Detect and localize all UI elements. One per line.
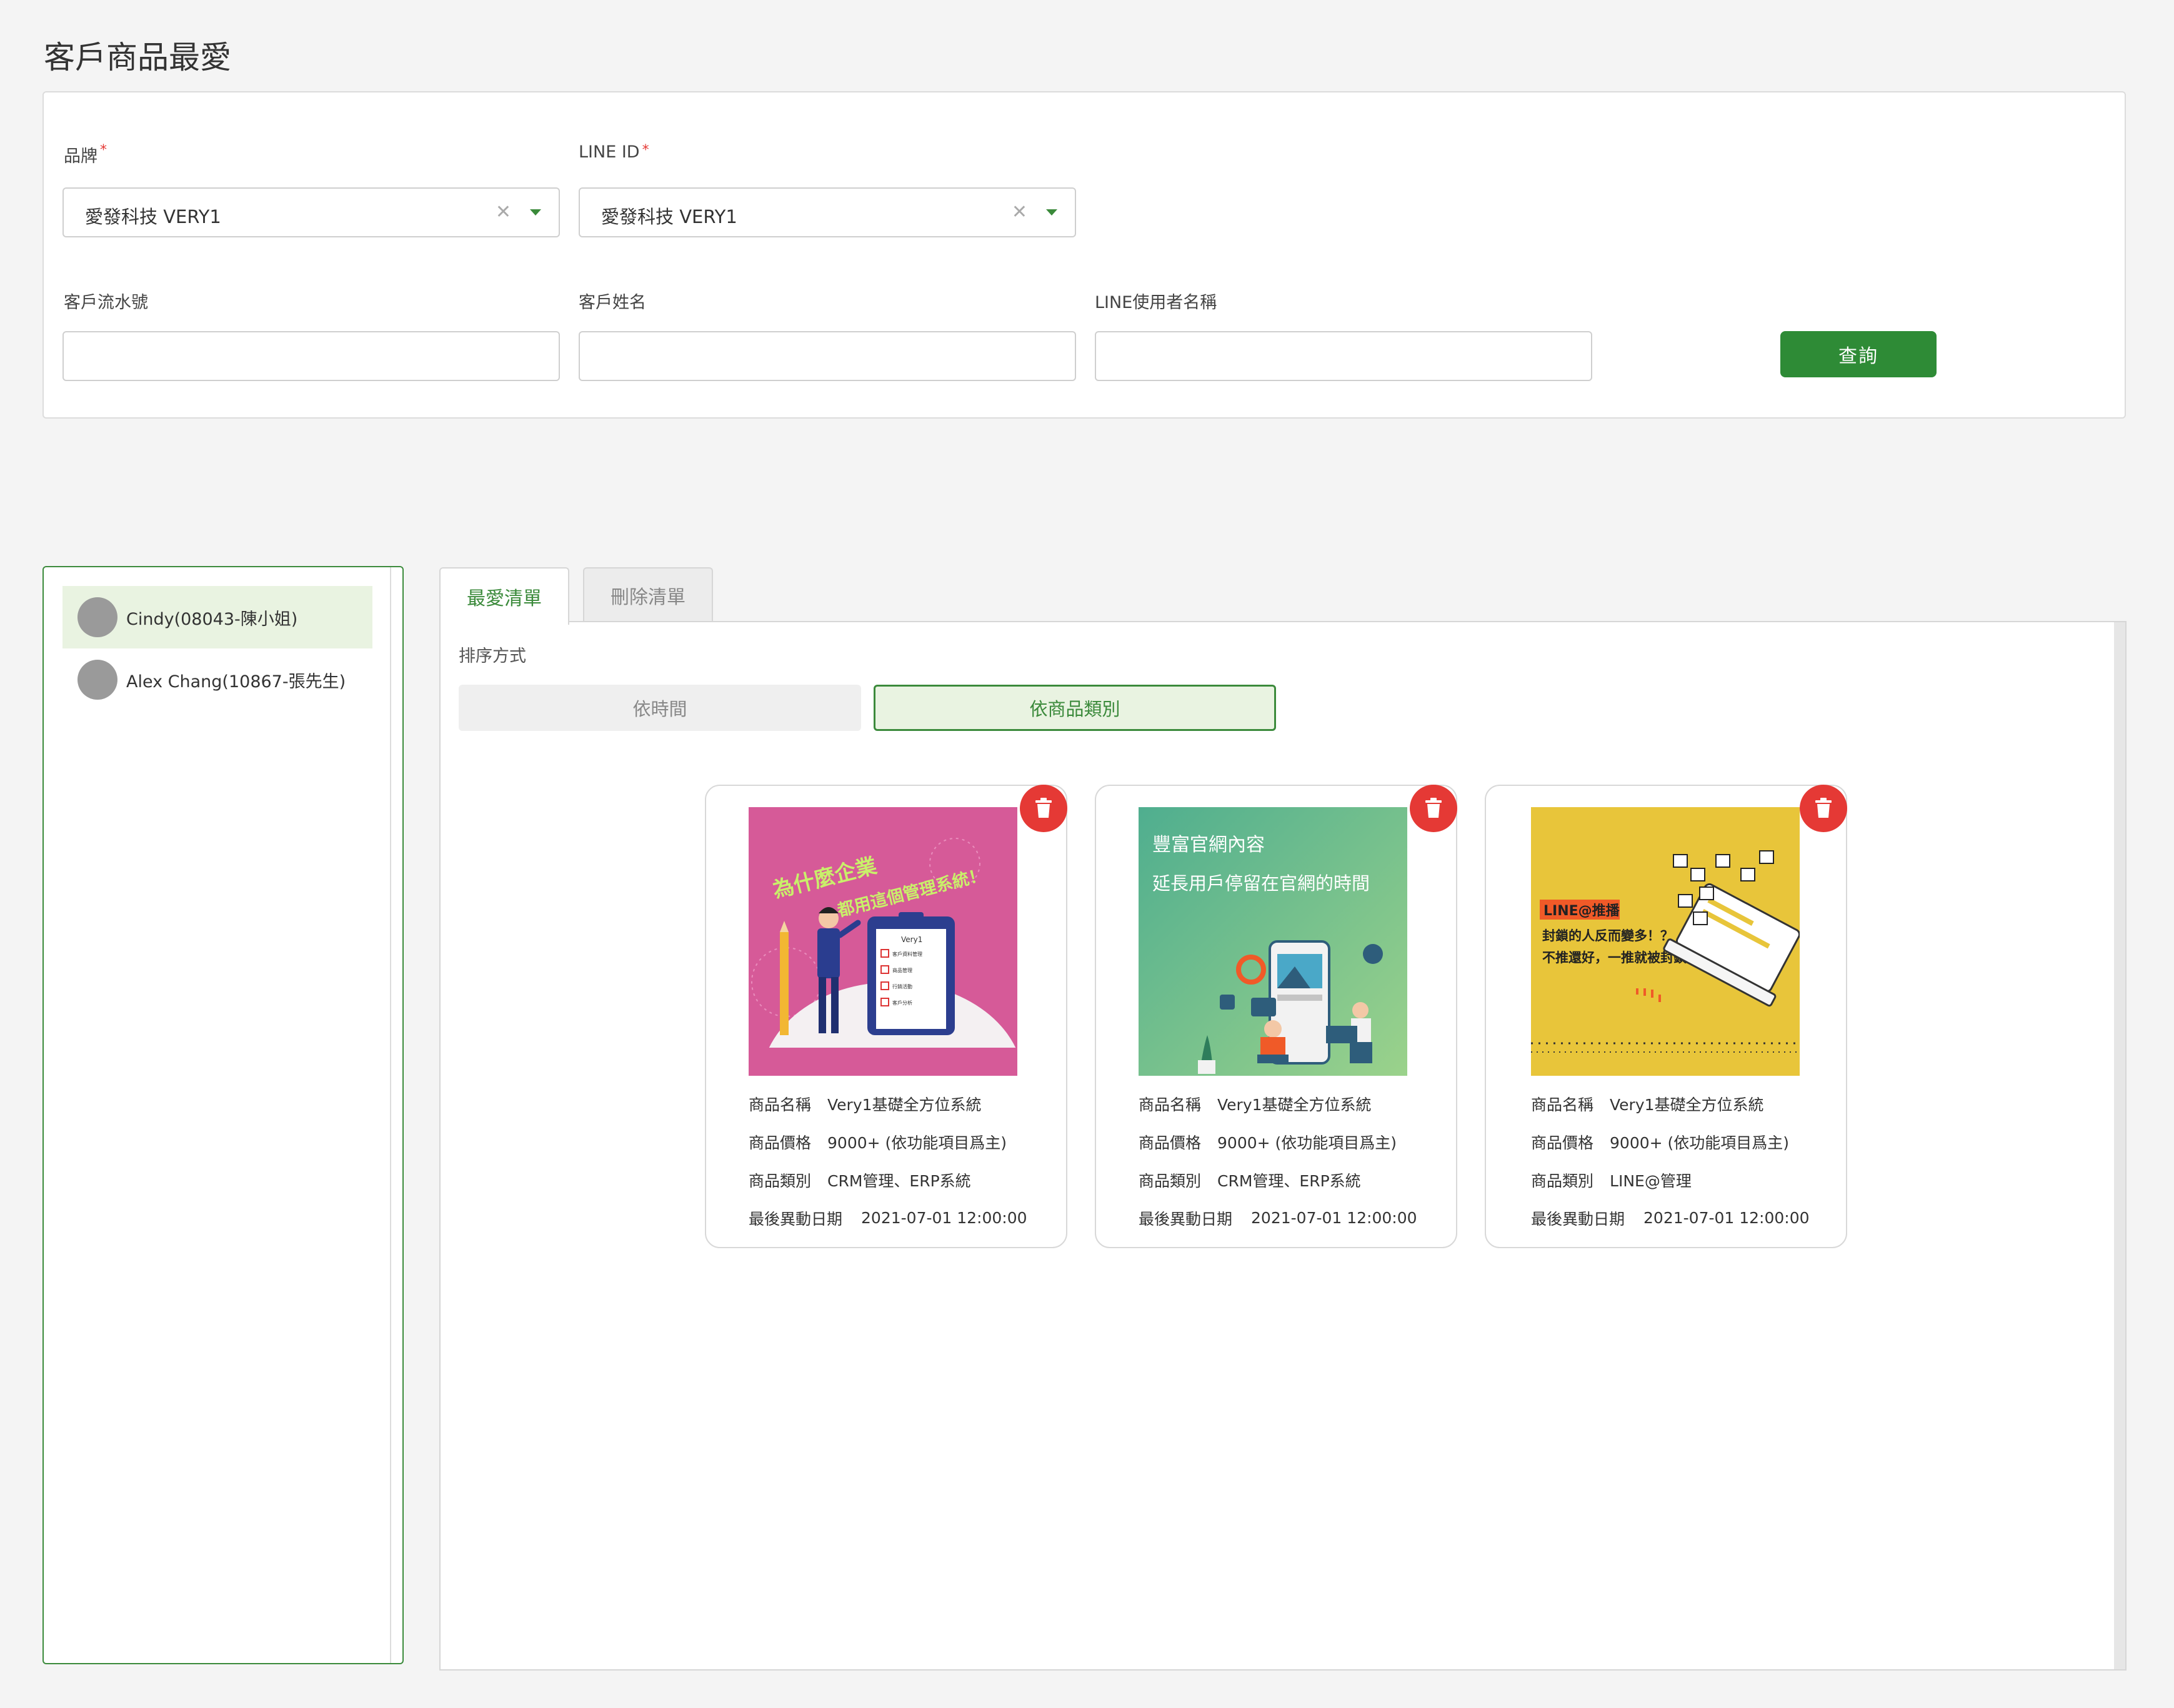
product-name: Very1基礎全方位系統 <box>1610 1095 1764 1114</box>
field-key: 商品價格 <box>749 1133 812 1152</box>
product-updated-date: 2021-07-01 12:00:00 <box>1643 1209 1810 1227</box>
product-image: LINE@推播 封鎖的人反而變多！？ 不推還好，一推就被封鎖。 <box>1531 807 1800 1076</box>
brand-select-value: 愛發科技 VERY1 <box>85 206 221 227</box>
field-key: 商品類別 <box>1531 1171 1594 1190</box>
delete-button[interactable] <box>1800 785 1847 832</box>
image-brand: Very1 <box>901 935 922 944</box>
line-user-name-label: LINE使用者名稱 <box>1095 293 1217 312</box>
trash-icon <box>1425 798 1442 818</box>
product-price: 9000+ (依功能項目爲主) <box>1217 1133 1397 1152</box>
product-card[interactable]: 為什麼企業 都用這個管理系統！ Very1 客戶資料管理 商品管理 行銷活動 客… <box>705 785 1067 1248</box>
customer-serial-input[interactable] <box>62 331 560 381</box>
product-name: Very1基礎全方位系統 <box>1217 1095 1372 1114</box>
clear-icon[interactable]: ✕ <box>1012 201 1027 223</box>
customer-item[interactable]: Alex Chang(10867-張先生) <box>62 648 372 711</box>
product-card[interactable]: 豐富官網內容 延長用戶停留在官網的時間 商品名稱 Very1基礎全方位系統 商品價… <box>1095 785 1457 1248</box>
image-checklist-item: 商品管理 <box>892 967 912 973</box>
field-key: 商品名稱 <box>1139 1095 1202 1114</box>
product-image: 為什麼企業 都用這個管理系統！ Very1 客戶資料管理 商品管理 行銷活動 客… <box>749 807 1017 1076</box>
product-price: 9000+ (依功能項目爲主) <box>827 1133 1007 1152</box>
image-checklist-item: 客戶分析 <box>892 1000 912 1006</box>
scrollbar[interactable] <box>2114 622 2125 1669</box>
field-key: 商品價格 <box>1531 1133 1594 1152</box>
image-tag: LINE@推播 <box>1543 903 1620 919</box>
chevron-down-icon[interactable] <box>530 209 541 216</box>
customer-name: Cindy(08043-陳小姐) <box>126 609 298 629</box>
avatar <box>77 597 117 637</box>
customer-name: Alex Chang(10867-張先生) <box>126 672 346 692</box>
scrollbar[interactable] <box>390 567 391 1663</box>
product-info: 商品名稱 Very1基礎全方位系統 商品價格 9000+ (依功能項目爲主) 商品類… <box>749 1085 1061 1237</box>
field-key: 商品價格 <box>1139 1133 1202 1152</box>
tab-deleted[interactable]: 刪除清單 <box>583 567 713 622</box>
chevron-down-icon[interactable] <box>1046 209 1057 216</box>
image-checklist-item: 客戶資料管理 <box>892 951 922 957</box>
field-key: 最後異動日期 <box>1139 1209 1233 1228</box>
customer-serial-label: 客戶流水號 <box>64 293 148 312</box>
field-key: 商品類別 <box>749 1171 812 1190</box>
field-key: 最後異動日期 <box>1531 1209 1625 1228</box>
sort-label: 排序方式 <box>459 647 526 666</box>
image-headline-1: 封鎖的人反而變多！？ <box>1542 928 1673 943</box>
line-id-label: LINE ID * <box>579 142 649 162</box>
product-category: LINE@管理 <box>1610 1171 1692 1190</box>
product-info: 商品名稱 Very1基礎全方位系統 商品價格 9000+ (依功能項目爲主) 商品類… <box>1531 1085 1843 1237</box>
delete-button[interactable] <box>1020 785 1067 832</box>
product-name: Very1基礎全方位系統 <box>827 1095 982 1114</box>
brand-label: 品牌 * <box>64 142 107 166</box>
field-key: 商品名稱 <box>1531 1095 1594 1114</box>
field-key: 最後異動日期 <box>749 1209 843 1228</box>
customer-list: Cindy(08043-陳小姐) Alex Chang(10867-張先生) <box>42 566 404 1664</box>
line-id-select-value: 愛發科技 VERY1 <box>601 206 737 227</box>
product-category: CRM管理、ERP系統 <box>827 1171 971 1190</box>
product-price: 9000+ (依功能項目爲主) <box>1610 1133 1790 1152</box>
image-checklist-item: 行銷活動 <box>892 983 912 990</box>
line-id-select[interactable]: 愛發科技 VERY1 ✕ <box>579 187 1076 237</box>
sort-by-category-button[interactable]: 依商品類別 <box>874 685 1276 731</box>
clear-icon[interactable]: ✕ <box>496 201 511 223</box>
tab-favorites[interactable]: 最愛清單 <box>439 567 569 625</box>
product-info: 商品名稱 Very1基礎全方位系統 商品價格 9000+ (依功能項目爲主) 商品類… <box>1139 1085 1451 1237</box>
product-updated-date: 2021-07-01 12:00:00 <box>1251 1209 1417 1227</box>
customer-item[interactable]: Cindy(08043-陳小姐) <box>62 586 372 648</box>
image-headline-1: 豐富官網內容 <box>1152 834 1265 856</box>
delete-button[interactable] <box>1410 785 1457 832</box>
product-card[interactable]: LINE@推播 封鎖的人反而變多！？ 不推還好，一推就被封鎖。 商品名稱 Very… <box>1485 785 1847 1248</box>
trash-icon <box>1035 798 1052 818</box>
customer-name-input[interactable] <box>579 331 1076 381</box>
image-headline-2: 延長用戶停留在官網的時間 <box>1152 873 1370 894</box>
sort-by-time-button[interactable]: 依時間 <box>459 685 861 731</box>
product-image: 豐富官網內容 延長用戶停留在官網的時間 <box>1139 807 1407 1076</box>
brand-select[interactable]: 愛發科技 VERY1 ✕ <box>62 187 560 237</box>
required-mark: * <box>100 142 107 158</box>
product-category: CRM管理、ERP系統 <box>1217 1171 1361 1190</box>
required-mark: * <box>642 142 649 158</box>
product-updated-date: 2021-07-01 12:00:00 <box>861 1209 1027 1227</box>
customer-name-label: 客戶姓名 <box>579 293 646 312</box>
field-key: 商品類別 <box>1139 1171 1202 1190</box>
page-title: 客戶商品最愛 <box>44 39 231 76</box>
avatar <box>77 660 117 700</box>
query-button[interactable]: 查詢 <box>1780 331 1937 377</box>
field-key: 商品名稱 <box>749 1095 812 1114</box>
line-user-name-input[interactable] <box>1095 331 1592 381</box>
trash-icon <box>1815 798 1832 818</box>
